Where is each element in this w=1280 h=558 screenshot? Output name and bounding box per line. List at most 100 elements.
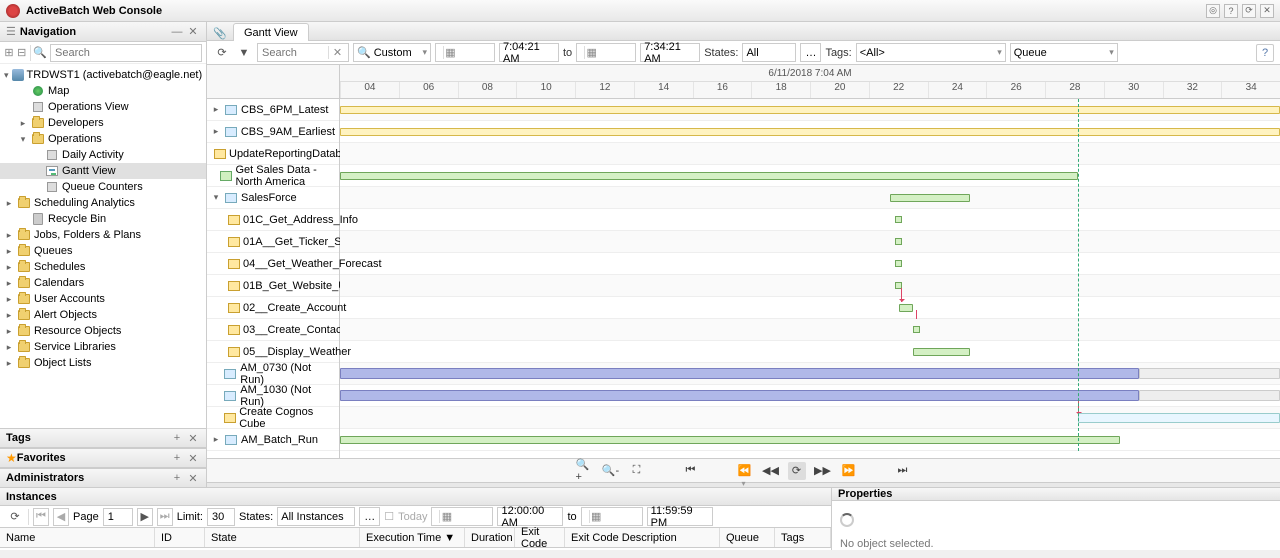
filter-icon[interactable]: ▼	[235, 44, 253, 62]
tags-select[interactable]: <All>▾	[856, 43, 1006, 62]
queue-select[interactable]: Queue▾	[1010, 43, 1118, 62]
from-date[interactable]: ▦	[435, 43, 495, 62]
pin-icon[interactable]: 📎	[213, 26, 227, 40]
page-first[interactable]: ⏮	[33, 508, 49, 526]
collapse-all-icon[interactable]: ⊟	[17, 45, 27, 61]
gantt-row[interactable]: AM_1030 (Not Run)	[207, 385, 339, 407]
gantt-row[interactable]: ▸CBS_9AM_Earliest	[207, 121, 339, 143]
first-icon[interactable]: ⏮	[682, 462, 700, 480]
plus-icon[interactable]: +	[170, 431, 184, 445]
tree-resources[interactable]: ▸Resource Objects	[0, 323, 206, 339]
inst-states-select[interactable]: All Instances	[277, 507, 355, 526]
inst-to-date[interactable]: ▦	[581, 507, 643, 526]
settings-icon[interactable]: ?	[1224, 4, 1238, 18]
tree-map[interactable]: Map	[0, 83, 206, 99]
tree-operations[interactable]: ▾Operations	[0, 131, 206, 147]
gantt-row[interactable]: 04__Get_Weather_Forecast	[207, 253, 339, 275]
admins-panel[interactable]: Administrators+✕	[0, 468, 206, 488]
fit-icon[interactable]: ⛶	[628, 462, 646, 480]
tree-calendars[interactable]: ▸Calendars	[0, 275, 206, 291]
gantt-row[interactable]: 01A__Get_Ticker_Symbol	[207, 231, 339, 253]
tree-opsview[interactable]: Operations View	[0, 99, 206, 115]
page-prev[interactable]: ◀	[53, 508, 69, 526]
inst-from-time[interactable]: 12:00:00 AM	[497, 507, 563, 526]
now-icon[interactable]: ⟳	[788, 462, 806, 480]
tree-queuec[interactable]: Queue Counters	[0, 179, 206, 195]
gantt-row[interactable]: 05__Display_Weather	[207, 341, 339, 363]
gantt-row[interactable]: 03__Create_Contact	[207, 319, 339, 341]
close-icon[interactable]: ✕	[186, 431, 200, 445]
to-time[interactable]: 7:34:21 AM	[640, 43, 700, 62]
close-icon[interactable]: ✕	[186, 451, 200, 465]
col-state[interactable]: State	[205, 528, 360, 547]
gantt-row[interactable]: Create Cognos Cube	[207, 407, 339, 429]
gantt-row[interactable]: 02__Create_Account	[207, 297, 339, 319]
rewind-icon[interactable]: ⏪	[736, 462, 754, 480]
fwd-icon[interactable]: ⏩	[840, 462, 858, 480]
to-date[interactable]: ▦	[576, 43, 636, 62]
clear-icon[interactable]: ✕	[328, 46, 346, 59]
help-icon[interactable]: ?	[1256, 44, 1274, 62]
col-id[interactable]: ID	[155, 528, 205, 547]
limit-input[interactable]	[207, 508, 235, 526]
zoom-out-icon[interactable]: 🔍-	[602, 462, 620, 480]
gantt-row[interactable]: Get Sales Data - North America	[207, 165, 339, 187]
gantt-row[interactable]: ▾SalesForce	[207, 187, 339, 209]
states-select[interactable]: All	[742, 43, 796, 62]
next-icon[interactable]: ▶▶	[814, 462, 832, 480]
refresh-icon[interactable]: ⟳	[213, 44, 231, 62]
tags-panel[interactable]: Tags+✕	[0, 428, 206, 448]
col-name[interactable]: Name	[0, 528, 155, 547]
gantt-row[interactable]: UpdateReportingDatabase	[207, 143, 339, 165]
inst-from-date[interactable]: ▦	[431, 507, 493, 526]
tree-gantt[interactable]: Gantt View	[0, 163, 206, 179]
states-more[interactable]: …	[800, 43, 821, 62]
gantt-search[interactable]: ✕	[257, 43, 349, 62]
page-next[interactable]: ▶	[137, 508, 153, 526]
tree-root[interactable]: ▾TRDWST1 (activebatch@eagle.net)	[0, 67, 206, 83]
tree-developers[interactable]: ▸Developers	[0, 115, 206, 131]
close-icon[interactable]: ✕	[186, 471, 200, 485]
inst-to-time[interactable]: 11:59:59 PM	[647, 507, 713, 526]
last-icon[interactable]: ⏭	[894, 462, 912, 480]
nav-close-icon[interactable]: ✕	[186, 25, 200, 39]
tree-jfp[interactable]: ▸Jobs, Folders & Plans	[0, 227, 206, 243]
col-dur[interactable]: Duration	[465, 528, 515, 547]
tree-queues[interactable]: ▸Queues	[0, 243, 206, 259]
gantt-row[interactable]: ▸CBS_6PM_Latest	[207, 99, 339, 121]
refresh-icon[interactable]: ⟳	[1242, 4, 1256, 18]
col-queue[interactable]: Queue	[720, 528, 775, 547]
tree-services[interactable]: ▸Service Libraries	[0, 339, 206, 355]
prev-icon[interactable]: ◀◀	[762, 462, 780, 480]
tree-objlists[interactable]: ▸Object Lists	[0, 355, 206, 371]
from-time[interactable]: 7:04:21 AM	[499, 43, 559, 62]
page-last[interactable]: ⏭	[157, 508, 173, 526]
gantt-row[interactable]: ▸AM_Batch_Run	[207, 429, 339, 451]
nav-minimize-icon[interactable]: —	[170, 25, 184, 39]
plus-icon[interactable]: +	[170, 471, 184, 485]
tree-recycle[interactable]: Recycle Bin	[0, 211, 206, 227]
inst-states-more[interactable]: …	[359, 507, 380, 526]
range-select[interactable]: 🔍Custom▾	[353, 43, 431, 62]
gantt-body[interactable]	[340, 99, 1280, 451]
gantt-row[interactable]: 01B_Get_Website_URL	[207, 275, 339, 297]
help-icon[interactable]: ◎	[1206, 4, 1220, 18]
col-exec[interactable]: Execution Time ▼	[360, 528, 465, 547]
tree-users[interactable]: ▸User Accounts	[0, 291, 206, 307]
gantt-row[interactable]: 01C_Get_Address_Info	[207, 209, 339, 231]
page-input[interactable]	[103, 508, 133, 526]
col-exitd[interactable]: Exit Code Description	[565, 528, 720, 547]
col-exit[interactable]: Exit Code	[515, 528, 565, 547]
close-icon[interactable]: ✕	[1260, 4, 1274, 18]
expand-all-icon[interactable]: ⊞	[4, 45, 14, 61]
splitter[interactable]	[207, 482, 1280, 488]
tab-gantt[interactable]: Gantt View	[233, 23, 309, 41]
col-tags[interactable]: Tags	[775, 528, 831, 547]
tree-alerts[interactable]: ▸Alert Objects	[0, 307, 206, 323]
nav-search-input[interactable]	[50, 44, 202, 62]
tree-sched[interactable]: ▸Scheduling Analytics	[0, 195, 206, 211]
plus-icon[interactable]: +	[170, 451, 184, 465]
tree-schedules[interactable]: ▸Schedules	[0, 259, 206, 275]
favorites-panel[interactable]: ★Favorites+✕	[0, 448, 206, 468]
gantt-row[interactable]: AM_0730 (Not Run)	[207, 363, 339, 385]
